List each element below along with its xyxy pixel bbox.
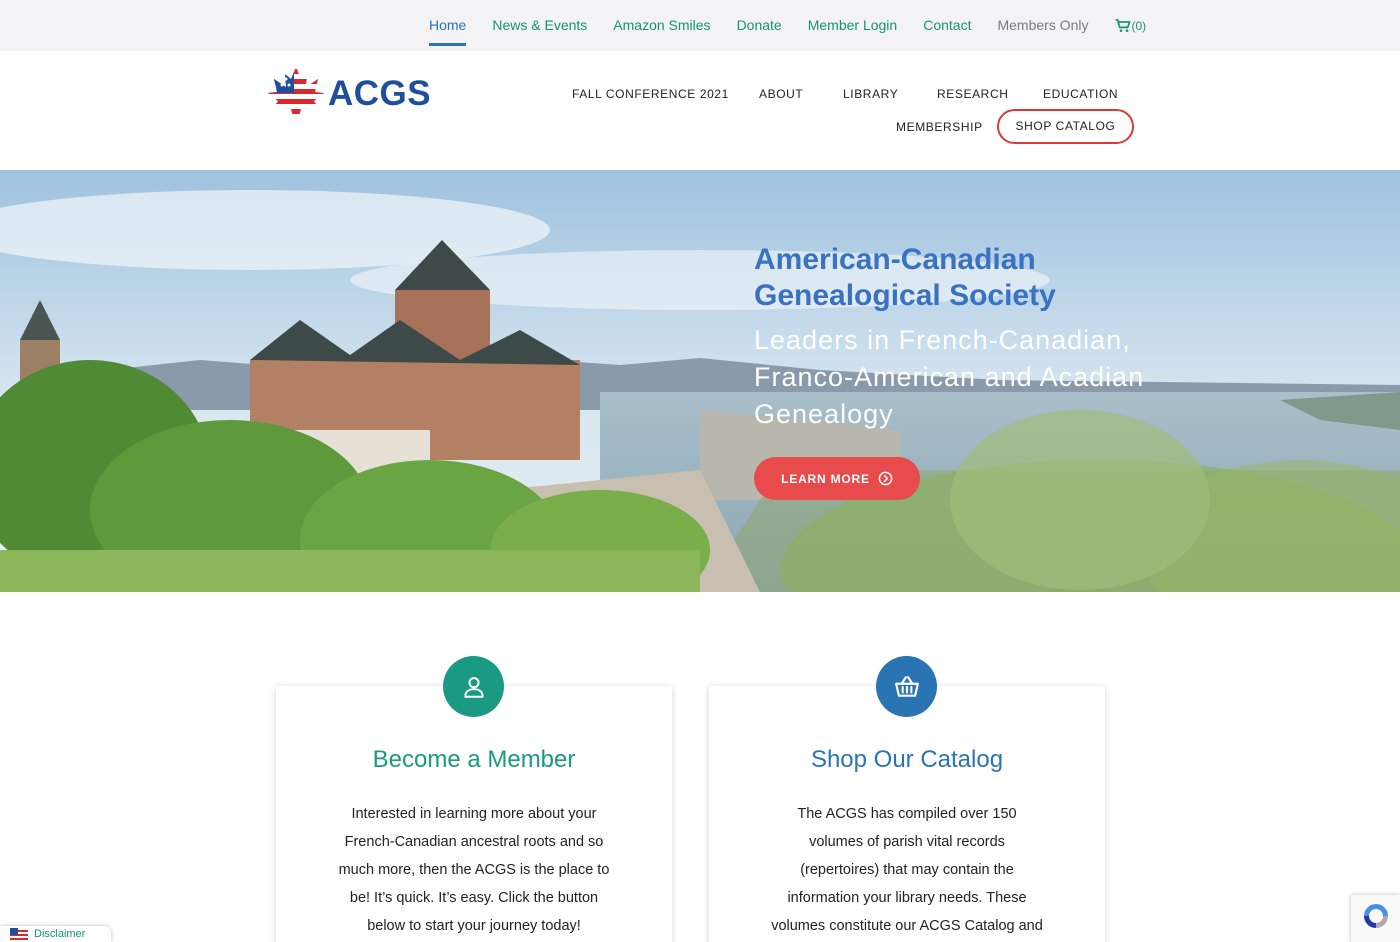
utility-nav: Home News & Events Amazon Smiles Donate … [429,0,1146,51]
hero-subtitle: Leaders in French-Canadian, Franco-Ameri… [754,325,1145,429]
nav-about[interactable]: ABOUT [759,87,803,101]
logo-text: ACGS [328,74,432,113]
become-member-card: Become a Member Interested in learning m… [276,656,672,942]
recaptcha-badge[interactable] [1351,895,1400,942]
disclaimer-label: Disclaimer [34,928,86,940]
hero-title: American-Canadian Genealogical Society [754,243,1056,312]
nav-research[interactable]: RESEARCH [937,87,1008,101]
cart-count: (0) [1131,18,1147,33]
nav-membership[interactable]: MEMBERSHIP [896,120,983,134]
nav-library[interactable]: LIBRARY [843,87,898,101]
hero-background-image [0,170,1400,592]
card-title: Become a Member [372,746,576,773]
cart-link[interactable]: (0) [1115,0,1147,51]
nav-news-events[interactable]: News & Events [492,0,587,51]
nav-home[interactable]: Home [429,0,467,51]
card-text: The ACGS has compiled over 150 volumes o… [771,806,1043,934]
site-header: ACGS FALL CONFERENCE 2021 ABOUT LIBRARY … [0,51,1400,170]
card-member-icon-badge [443,656,504,717]
shop-catalog-card: Shop Our Catalog The ACGS has compiled o… [709,656,1105,942]
disclaimer-tab[interactable]: Disclaimer [0,926,111,942]
card-text: Interested in learning more about your F… [338,806,610,934]
nav-education[interactable]: EDUCATION [1043,87,1118,101]
learn-more-label: LEARN MORE [781,471,870,486]
nav-contact[interactable]: Contact [923,0,971,51]
maple-leaf-flag-icon [268,67,324,123]
nav-amazon-smiles[interactable]: Amazon Smiles [613,0,710,51]
card-shop-icon-badge [876,656,937,717]
hero-banner: American-Canadian Genealogical Society L… [0,170,1400,592]
learn-more-button[interactable]: LEARN MORE [754,457,920,500]
basket-icon [894,675,919,697]
nav-members-only[interactable]: Members Only [997,0,1088,51]
site-logo[interactable]: ACGS [266,65,431,123]
card-title: Shop Our Catalog [810,746,1004,773]
user-icon [463,676,484,698]
nav-fall-conference[interactable]: FALL CONFERENCE 2021 [572,87,729,101]
nav-donate[interactable]: Donate [737,0,782,51]
recaptcha-icon [1363,904,1388,928]
utility-bar: Home News & Events Amazon Smiles Donate … [0,0,1400,51]
cart-icon [1115,18,1131,32]
flag-icon [10,928,28,940]
nav-member-login[interactable]: Member Login [808,0,898,51]
shop-catalog-button[interactable]: SHOP CATALOG [997,109,1134,144]
arrow-circle-right-icon [878,471,893,486]
